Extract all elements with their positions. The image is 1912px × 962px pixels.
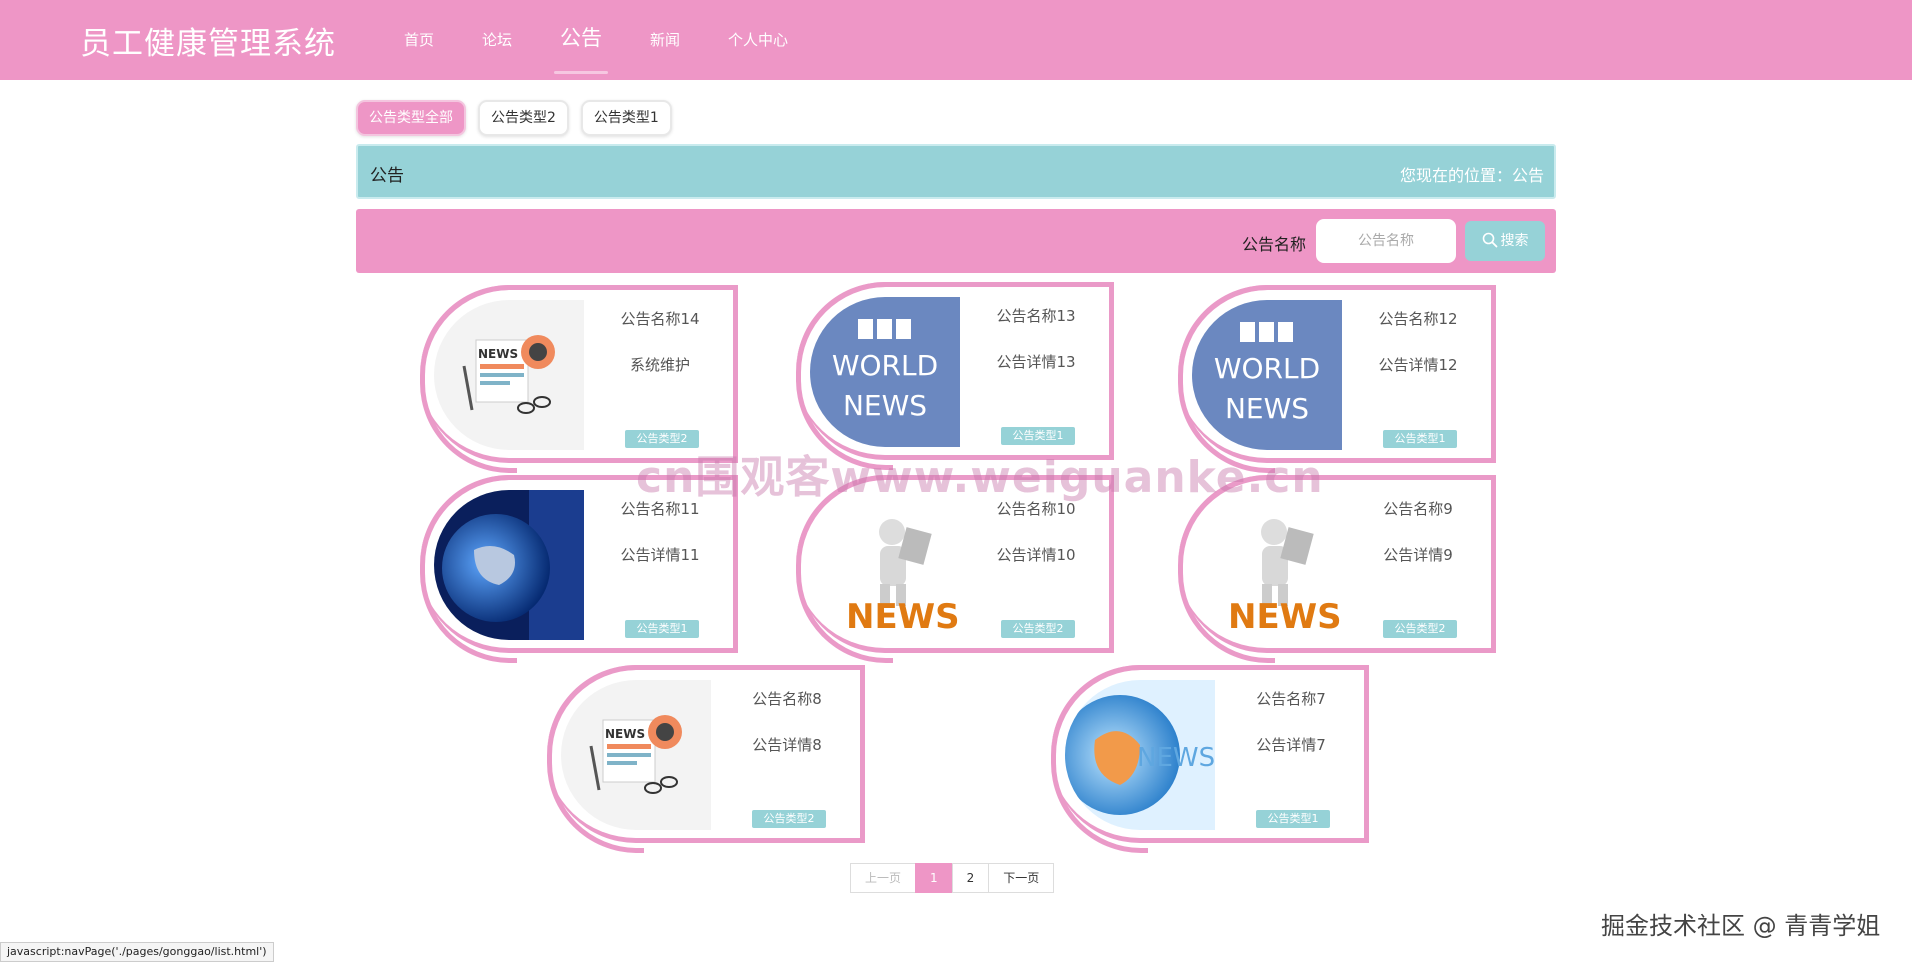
bbc-world-news-logo: WORLD NEWS (1192, 300, 1342, 450)
prev-page-button[interactable]: 上一页 (850, 863, 917, 893)
svg-text:NEWS: NEWS (478, 347, 518, 361)
announcement-card[interactable]: WORLD NEWS 公告名称13 公告详情13 公告类型1 (796, 282, 1114, 470)
card-title: 公告名称14 (620, 310, 700, 328)
announcement-card[interactable]: WORLD NEWS 公告名称12 公告详情12 公告类型1 (1178, 285, 1496, 473)
card-title: 公告名称7 (1256, 690, 1326, 708)
breadcrumb-bar: 公告 您现在的位置：公告 (356, 144, 1556, 199)
breadcrumb: 您现在的位置：公告 (1399, 166, 1544, 185)
nav-item-announcement[interactable]: 公告 (536, 0, 626, 80)
credit-text: 掘金技术社区 @ 青青学姐 (1601, 912, 1881, 940)
site-brand[interactable]: 员工健康管理系统 (80, 18, 336, 63)
top-navbar: 员工健康管理系统 首页 论坛 公告 新闻 个人中心 (0, 0, 1912, 80)
news-paper-icon: NEWS (561, 680, 711, 830)
search-label: 公告名称 (1242, 235, 1307, 254)
news-globe-image: NEWS (1065, 680, 1215, 830)
nav-item-forum[interactable]: 论坛 (458, 0, 536, 80)
card-type-badge: 公告类型1 (1383, 430, 1457, 448)
search-icon (1482, 232, 1497, 248)
card-desc: 公告详情13 (996, 353, 1076, 371)
card-title: 公告名称12 (1378, 310, 1458, 328)
filter-chip-type1[interactable]: 公告类型1 (580, 100, 672, 136)
announcement-card[interactable]: NEWS 公告名称8 公告详情8 公告类型2 (547, 665, 865, 853)
news-paper-icon: NEWS (434, 300, 584, 450)
svg-text:NEWS: NEWS (1137, 743, 1215, 773)
card-type-badge: 公告类型2 (1001, 620, 1075, 638)
status-bar-url: javascript:navPage('./pages/gonggao/list… (0, 942, 274, 962)
pagination: 上一页 1 2 下一页 (850, 863, 1055, 893)
card-desc: 公告详情10 (996, 546, 1076, 564)
card-desc: 公告详情8 (752, 736, 822, 754)
card-desc: 公告详情12 (1378, 356, 1458, 374)
card-type-badge: 公告类型1 (625, 620, 699, 638)
svg-text:NEWS: NEWS (1228, 597, 1342, 637)
next-page-button[interactable]: 下一页 (988, 863, 1055, 893)
card-type-badge: 公告类型1 (1256, 810, 1330, 828)
card-type-badge: 公告类型2 (752, 810, 826, 828)
type-filter-chips: 公告类型全部 公告类型2 公告类型1 (356, 100, 672, 136)
search-button-label: 搜索 (1500, 233, 1529, 249)
announcement-card[interactable]: NEWS 公告名称14 系统维护 公告类型2 (420, 285, 738, 473)
svg-text:NEWS: NEWS (843, 389, 927, 422)
search-bar: 公告名称 搜索 (356, 209, 1556, 273)
svg-text:NEWS: NEWS (605, 727, 645, 741)
card-type-badge: 公告类型2 (1383, 620, 1457, 638)
globe-studio-image (434, 490, 584, 640)
bbc-world-news-logo: WORLD NEWS (810, 297, 960, 447)
watermark: cn围观客www.weiguanke.cn (636, 452, 1324, 503)
news-figure-image: NEWS (810, 490, 960, 640)
page-title: 公告 (370, 166, 404, 186)
svg-text:NEWS: NEWS (1225, 392, 1309, 425)
filter-chip-all[interactable]: 公告类型全部 (356, 100, 466, 136)
svg-text:WORLD: WORLD (832, 349, 938, 382)
card-desc: 公告详情7 (1256, 736, 1326, 754)
page-button-1[interactable]: 1 (915, 863, 953, 893)
svg-text:NEWS: NEWS (846, 597, 960, 637)
card-title: 公告名称13 (996, 307, 1076, 325)
search-input[interactable] (1316, 219, 1456, 263)
nav-item-news[interactable]: 新闻 (626, 0, 704, 80)
card-title: 公告名称9 (1383, 500, 1453, 518)
svg-text:WORLD: WORLD (1214, 352, 1320, 385)
card-desc: 公告详情11 (620, 546, 700, 564)
filter-chip-type2[interactable]: 公告类型2 (478, 100, 569, 136)
nav-item-home[interactable]: 首页 (380, 0, 458, 80)
card-desc: 系统维护 (629, 356, 690, 374)
nav-item-profile[interactable]: 个人中心 (704, 0, 812, 80)
page-button-2[interactable]: 2 (951, 863, 990, 893)
main-nav: 首页 论坛 公告 新闻 个人中心 (380, 0, 812, 80)
card-title: 公告名称8 (752, 690, 822, 708)
announcement-card[interactable]: NEWS 公告名称7 公告详情7 公告类型1 (1051, 665, 1369, 853)
search-button[interactable]: 搜索 (1465, 221, 1545, 261)
card-desc: 公告详情9 (1383, 546, 1453, 564)
news-figure-image: NEWS (1192, 490, 1342, 640)
